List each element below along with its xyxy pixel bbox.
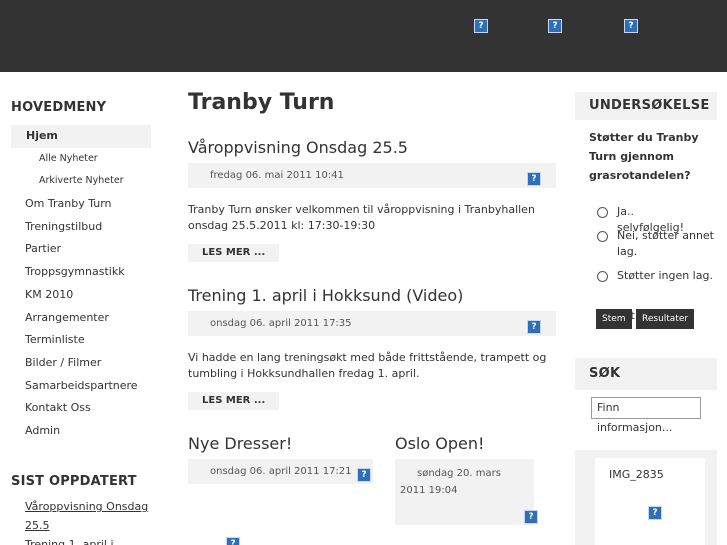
page-title: Tranby Turn [188,90,335,115]
article-meta: onsdag 06. april 2011 17:35 ? [188,311,556,336]
menu-item-troppsgymnastikk[interactable]: Troppsgymnastikk [11,261,151,284]
gallery-image-frame[interactable]: IMG_2835 ? [595,458,705,545]
menu-item-km-2010[interactable]: KM 2010 [11,284,151,307]
menu-item-treningstilbud[interactable]: Treningstilbud [11,216,151,239]
top-banner: ? ? ? [0,0,727,72]
menu-item-arkiverte-nyheter[interactable]: Arkiverte Nyheter [11,170,151,193]
article-meta: søndag 20. mars 2011 19:04 ? [395,459,538,525]
broken-image-icon[interactable]: ? [548,19,562,33]
broken-image-icon: ? [527,320,541,334]
gallery-caption: IMG_2835 [609,468,664,481]
menu-item-terminliste[interactable]: Terminliste [11,329,151,352]
article-meta: onsdag 06. april 2011 17:21 ? [188,459,373,484]
menu-item-om-tranby-turn[interactable]: Om Tranby Turn [11,193,151,216]
article-meta: fredag 06. mai 2011 10:41 ? [188,163,556,188]
left-sidebar: HOVEDMENY Hjem Alle Nyheter Arkiverte Ny… [0,72,170,545]
broken-image-icon[interactable]: ? [474,19,488,33]
broken-image-icon[interactable]: ? [624,19,638,33]
recent-heading: SIST OPPDATERT [11,474,137,489]
results-button[interactable]: Resultater [636,309,695,329]
menu-item-admin[interactable]: Admin [11,420,151,443]
radio-button[interactable] [597,207,608,218]
broken-image-icon: ? [527,172,541,186]
article-date: søndag 20. mars 2011 19:04 [400,468,501,496]
article-title[interactable]: Trening 1. april i Hokksund (Video) [188,286,463,305]
search-heading: SØK [589,366,621,381]
menu-item-arrangementer[interactable]: Arrangementer [11,307,151,330]
poll-option[interactable]: Nei, støtter annet lag. [575,228,715,260]
poll-question: Støtter du Tranby Turn gjennom grasrotan… [589,131,699,182]
broken-image-icon[interactable]: ? [648,506,662,520]
menu-item-samarbeidspartnere[interactable]: Samarbeidspartnere [11,375,151,398]
vote-button[interactable]: Stem [596,309,632,329]
poll-body: Støtter du Tranby Turn gjennom grasrotan… [575,120,717,340]
article-excerpt: Vi hadde en lang treningsøkt med både fr… [188,351,547,380]
menu-item-hjem[interactable]: Hjem [11,125,151,148]
main-menu: Hjem Alle Nyheter Arkiverte Nyheter Om T… [11,125,151,443]
gallery-box: IMG_2835 ? [575,450,717,545]
article-date: onsdag 06. april 2011 17:35 [210,318,352,329]
main-menu-heading: HOVEDMENY [11,100,107,115]
recent-list: Våroppvisning Onsdag 25.5 Trening 1. apr… [25,497,150,545]
menu-item-alle-nyheter[interactable]: Alle Nyheter [11,148,151,171]
broken-image-icon: ? [524,510,538,524]
article-title[interactable]: Nye Dresser! [188,434,292,453]
menu-item-bilder-filmer[interactable]: Bilder / Filmer [11,352,151,375]
article-excerpt: Tranby Turn ønsker velkommen til våroppv… [188,203,535,232]
search-input[interactable]: Finn informasjon... [591,397,701,434]
poll-option[interactable]: Støtter ingen lag. [575,268,715,284]
broken-image-icon: ? [357,468,371,482]
poll-box: UNDERSØKELSE Støtter du Tranby Turn gjen… [575,92,717,340]
article-title[interactable]: Våroppvisning Onsdag 25.5 [188,138,408,157]
article-date: fredag 06. mai 2011 10:41 [210,170,344,181]
read-more-button[interactable]: LES MER ... [188,244,280,262]
recent-item[interactable]: Trening 1. april i [25,535,150,545]
recent-item[interactable]: Våroppvisning Onsdag 25.5 [25,497,150,535]
broken-image-icon: ? [226,537,240,545]
article-date: onsdag 06. april 2011 17:21 [210,466,352,477]
poll-option-label: Støtter ingen lag. [617,269,713,282]
poll-heading: UNDERSØKELSE [589,98,710,113]
radio-button[interactable] [597,271,608,282]
poll-option-label: Nei, støtter annet lag. [617,229,714,258]
radio-button[interactable] [597,231,608,242]
menu-item-kontakt-oss[interactable]: Kontakt Oss [11,397,151,420]
read-more-button[interactable]: LES MER ... [188,392,280,410]
menu-item-partier[interactable]: Partier [11,238,151,261]
article-title[interactable]: Oslo Open! [395,434,484,453]
